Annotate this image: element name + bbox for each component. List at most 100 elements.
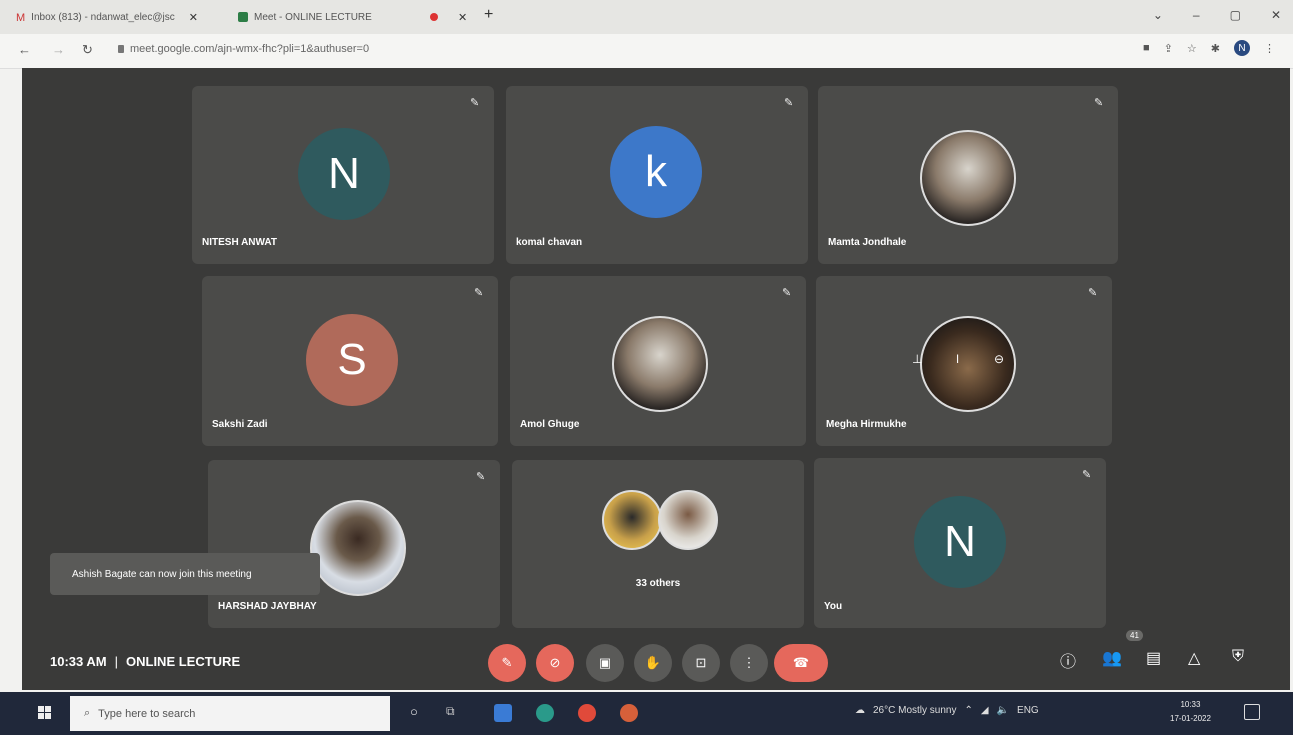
recording-dot-icon	[430, 13, 438, 21]
language-indicator[interactable]: ENG	[1017, 705, 1039, 716]
chevron-down-icon[interactable]: ⌄	[1153, 8, 1163, 22]
participant-photo	[612, 316, 708, 412]
minimize-button[interactable]: –	[1193, 8, 1200, 22]
restore-button[interactable]: ▢	[1230, 8, 1241, 22]
file-explorer-icon[interactable]	[494, 704, 512, 722]
camera-off-icon: ⊘	[549, 655, 561, 670]
mic-off-icon: ✎	[501, 655, 513, 670]
taskbar-search-box[interactable]: ⌕ Type here to search	[70, 696, 390, 731]
mic-off-button[interactable]: ✎	[488, 644, 526, 682]
remove-icon[interactable]: ⊖	[994, 352, 1004, 366]
new-tab-button[interactable]: +	[484, 6, 493, 24]
participant-tile[interactable]: ✎ Amol Ghuge	[510, 276, 806, 446]
window-controls: ⌄ – ▢ ✕	[1153, 8, 1281, 22]
system-tray: ☁ 26°C Mostly sunny ⌃ ◢ 🔈 ENG	[855, 705, 1039, 716]
taskbar-clock[interactable]: 10:33 17-01-2022	[1170, 698, 1211, 726]
close-window-button[interactable]: ✕	[1271, 8, 1281, 22]
windows-start-icon[interactable]	[38, 706, 52, 720]
profile-avatar[interactable]: N	[1234, 40, 1250, 56]
weather-icon: ☁	[855, 705, 865, 716]
chrome-icon[interactable]	[578, 704, 596, 722]
mic-off-icon: ✎	[1082, 469, 1092, 481]
participant-name: HARSHAD JAYBHAY	[218, 601, 317, 612]
close-icon[interactable]: ✕	[458, 11, 467, 24]
browser-tab-strip: M Inbox (813) - ndanwat_elec@jsc ✕ Meet …	[0, 0, 1293, 34]
info-icon[interactable]: ⓘ	[1060, 648, 1076, 672]
tab-recording[interactable]: ✕	[430, 6, 467, 28]
meet-control-bar: 10:33 AM | ONLINE LECTURE ✎ ⊘ ▣ ✋ ⊡ ⋮ ☎ ⓘ …	[22, 626, 1290, 690]
camera-off-button[interactable]: ⊘	[536, 644, 574, 682]
participant-photo	[310, 500, 406, 596]
mic-off-icon: ✎	[476, 471, 486, 483]
participant-tile[interactable]: ✎ Mamta Jondhale	[818, 86, 1118, 264]
windows-taskbar: ⌕ Type here to search ○ ⧉ ☁ 26°C Mostly …	[0, 692, 1293, 735]
tab-meet[interactable]: Meet - ONLINE LECTURE	[238, 6, 372, 28]
participant-tile[interactable]: ✎ S Sakshi Zadi	[202, 276, 498, 446]
participant-name: Megha Hirmukhe	[826, 419, 907, 430]
back-arrow-icon[interactable]: ←	[18, 42, 31, 57]
hand-icon: ✋	[644, 655, 662, 670]
weather-text[interactable]: 26°C Mostly sunny	[873, 705, 956, 716]
activities-icon[interactable]: △	[1188, 648, 1200, 668]
captions-icon: ▣	[598, 655, 612, 670]
close-icon[interactable]: ✕	[189, 11, 198, 24]
participant-tile[interactable]: ✎ k komal chavan	[506, 86, 808, 264]
leave-call-button[interactable]: ☎	[774, 644, 828, 682]
participant-photo	[658, 490, 718, 550]
avatar: N	[298, 128, 390, 220]
participant-name: NITESH ANWAT	[202, 237, 277, 248]
chat-icon[interactable]: ▤	[1146, 648, 1161, 668]
search-icon: ⌕	[84, 707, 91, 719]
chevron-up-icon[interactable]: ⌃	[964, 705, 972, 716]
mic-off-icon: ✎	[1088, 287, 1098, 299]
share-icon[interactable]: ⇪	[1164, 42, 1173, 55]
avatar: N	[914, 496, 1006, 588]
raise-hand-button[interactable]: ✋	[634, 644, 672, 682]
camera-icon[interactable]: ■	[1143, 42, 1150, 54]
mic-off-icon: ✎	[474, 287, 484, 299]
extensions-icon[interactable]: ✱	[1211, 42, 1220, 55]
meeting-details: 10:33 AM | ONLINE LECTURE	[50, 654, 240, 669]
task-view-icon[interactable]: ⧉	[446, 704, 464, 722]
participant-photo	[920, 130, 1016, 226]
participant-tile[interactable]: ✎ ⊥ ǀ ⊖ Megha Hirmukhe	[816, 276, 1112, 446]
mic-off-icon: ✎	[782, 287, 792, 299]
participant-tile[interactable]: ✎ N NITESH ANWAT	[192, 86, 494, 264]
cortana-icon[interactable]: ○	[410, 704, 428, 722]
participant-tile[interactable]: ✎ HARSHAD JAYBHAY	[208, 460, 500, 628]
people-icon[interactable]: 👥	[1102, 648, 1122, 668]
browser-toolbar: ■ ⇪ ☆ ✱ N ⋮	[1143, 40, 1275, 56]
forward-arrow-icon[interactable]: →	[52, 42, 65, 57]
mic-icon[interactable]: ǀ	[956, 352, 959, 366]
more-options-button[interactable]: ⋮	[730, 644, 768, 682]
present-button[interactable]: ⊡	[682, 644, 720, 682]
host-controls-icon[interactable]: ⛨	[1232, 648, 1244, 666]
network-icon[interactable]: ◢	[981, 705, 989, 716]
lock-icon	[118, 45, 124, 54]
participant-name: komal chavan	[516, 237, 583, 248]
clock-time: 10:33	[1180, 700, 1201, 709]
participant-tile-others[interactable]: 33 others	[512, 460, 804, 628]
tab-gmail[interactable]: M Inbox (813) - ndanwat_elec@jsc ✕	[16, 6, 198, 28]
participant-tile-self[interactable]: ✎ N You	[814, 458, 1106, 628]
notification-icon[interactable]	[1244, 704, 1260, 720]
url-text: meet.google.com/ajn-wmx-fhc?pli=1&authus…	[130, 43, 370, 55]
avatar: S	[306, 314, 398, 406]
join-notification-toast: Ashish Bagate can now join this meeting	[50, 553, 320, 595]
meeting-title: ONLINE LECTURE	[126, 654, 241, 669]
phone-end-icon: ☎	[792, 655, 810, 670]
volume-icon[interactable]: 🔈	[997, 705, 1009, 716]
separator: |	[114, 654, 118, 669]
captions-button[interactable]: ▣	[586, 644, 624, 682]
clock-date: 17-01-2022	[1170, 714, 1211, 723]
participant-name: Mamta Jondhale	[828, 237, 907, 248]
edge-icon[interactable]	[536, 704, 554, 722]
reload-icon[interactable]: ↻	[82, 42, 93, 58]
url-field[interactable]: meet.google.com/ajn-wmx-fhc?pli=1&authus…	[118, 43, 369, 55]
star-icon[interactable]: ☆	[1187, 42, 1197, 55]
pin-icon[interactable]: ⊥	[912, 352, 922, 366]
app-icon[interactable]	[620, 704, 638, 722]
menu-dots-icon[interactable]: ⋮	[1264, 42, 1275, 55]
participant-photo	[602, 490, 662, 550]
participant-name: You	[824, 601, 843, 612]
